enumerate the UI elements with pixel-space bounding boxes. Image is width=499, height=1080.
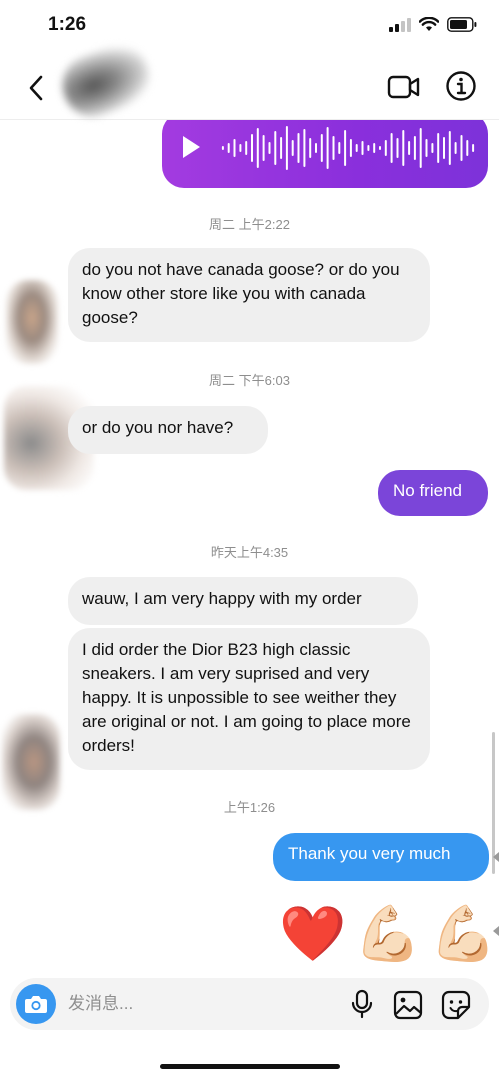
waveform-bar (338, 142, 341, 154)
home-indicator[interactable] (160, 1064, 340, 1069)
waveform-bar (320, 134, 323, 162)
caret-left-icon (493, 852, 499, 862)
waveform-bar (280, 137, 283, 159)
timestamp: 周二 上午2:22 (209, 217, 290, 232)
waveform-bar (379, 146, 381, 150)
outgoing-message: No friend (378, 470, 488, 516)
timestamp: 上午1:26 (223, 800, 276, 815)
status-icons (389, 17, 477, 32)
waveform-bar (233, 139, 236, 157)
waveform-bar (443, 137, 445, 159)
waveform-bar (413, 136, 416, 160)
waveform-bar (437, 133, 440, 163)
emoji-message-row: ❤️ 💪🏻 💪🏻 (279, 902, 497, 966)
sender-avatar (2, 714, 60, 810)
gallery-button[interactable] (393, 990, 423, 1020)
chevron-left-icon (29, 75, 43, 101)
waveform-bar (297, 133, 300, 163)
camera-button[interactable] (16, 984, 56, 1024)
waveform-bar (355, 144, 358, 152)
waveform-bar (227, 143, 230, 153)
caret-left-icon (493, 926, 499, 936)
waveform-bar (460, 135, 463, 161)
camera-icon (25, 996, 47, 1013)
outgoing-message: Thank you very much (273, 833, 489, 881)
incoming-message: or do you nor have? (68, 406, 268, 454)
waveform-bar (245, 141, 248, 155)
waveform-bar (285, 126, 288, 170)
wifi-icon (419, 17, 439, 31)
waveform-bar (448, 131, 451, 165)
sender-avatar (6, 280, 58, 364)
battery-icon (447, 17, 477, 32)
waveform-bar (274, 131, 277, 165)
video-call-button[interactable] (387, 72, 421, 102)
sticker-icon (441, 990, 471, 1020)
incoming-message: wauw, I am very happy with my order (68, 577, 418, 625)
info-circle-icon (446, 71, 476, 101)
flexed-biceps-emoji: 💪🏻 (429, 904, 497, 964)
waveform-bar (309, 138, 312, 158)
info-button[interactable] (445, 70, 477, 102)
incoming-message: I did order the Dior B23 high classic sn… (68, 628, 430, 770)
message-thread[interactable]: 周二 上午2:22 do you not have canada goose? … (0, 120, 499, 970)
waveform-bar (344, 130, 347, 166)
play-icon[interactable] (180, 134, 202, 160)
waveform-bar (402, 130, 405, 166)
waveform-bar (454, 142, 457, 154)
voice-message-bubble[interactable] (162, 120, 488, 188)
waveform-bar (431, 143, 434, 153)
waveform-bar (367, 145, 370, 151)
status-bar: 1:26 (0, 0, 499, 56)
waveform-bar (390, 133, 393, 163)
video-camera-icon (387, 75, 420, 99)
chat-header (0, 36, 499, 126)
waveform-bar (332, 136, 335, 160)
waveform-bar (408, 141, 411, 155)
waveform-bar (262, 135, 265, 161)
waveform-bar (315, 143, 317, 153)
waveform-bar (303, 129, 306, 167)
message-composer (10, 978, 489, 1030)
waveform-bar (419, 128, 422, 168)
back-button[interactable] (20, 70, 52, 106)
waveform-bar (425, 139, 428, 157)
waveform-bar (472, 144, 475, 152)
waveform-bar (221, 146, 224, 150)
waveform-bar (349, 139, 352, 157)
voice-record-button[interactable] (350, 989, 374, 1019)
waveform-bar (396, 138, 399, 158)
voice-waveform (221, 126, 475, 170)
status-time: 1:26 (48, 14, 87, 35)
cellular-signal-icon (389, 17, 411, 32)
red-heart-emoji: ❤️ (279, 904, 347, 964)
message-input[interactable] (68, 990, 328, 1018)
waveform-bar (256, 128, 259, 168)
waveform-bar (384, 140, 387, 156)
waveform-bar (326, 127, 329, 169)
microphone-icon (351, 989, 373, 1019)
image-icon (393, 990, 423, 1020)
waveform-bar (239, 144, 242, 152)
sticker-button[interactable] (441, 990, 471, 1020)
waveform-bar (251, 134, 253, 162)
waveform-bar (466, 140, 469, 156)
waveform-bar (291, 140, 294, 156)
waveform-bar (361, 141, 364, 155)
contact-name-redacted[interactable] (148, 70, 178, 100)
flexed-biceps-emoji: 💪🏻 (354, 904, 422, 964)
waveform-bar (268, 142, 271, 154)
waveform-bar (373, 143, 376, 153)
timestamp: 昨天上午4:35 (210, 545, 289, 560)
incoming-message: do you not have canada goose? or do you … (68, 248, 430, 342)
